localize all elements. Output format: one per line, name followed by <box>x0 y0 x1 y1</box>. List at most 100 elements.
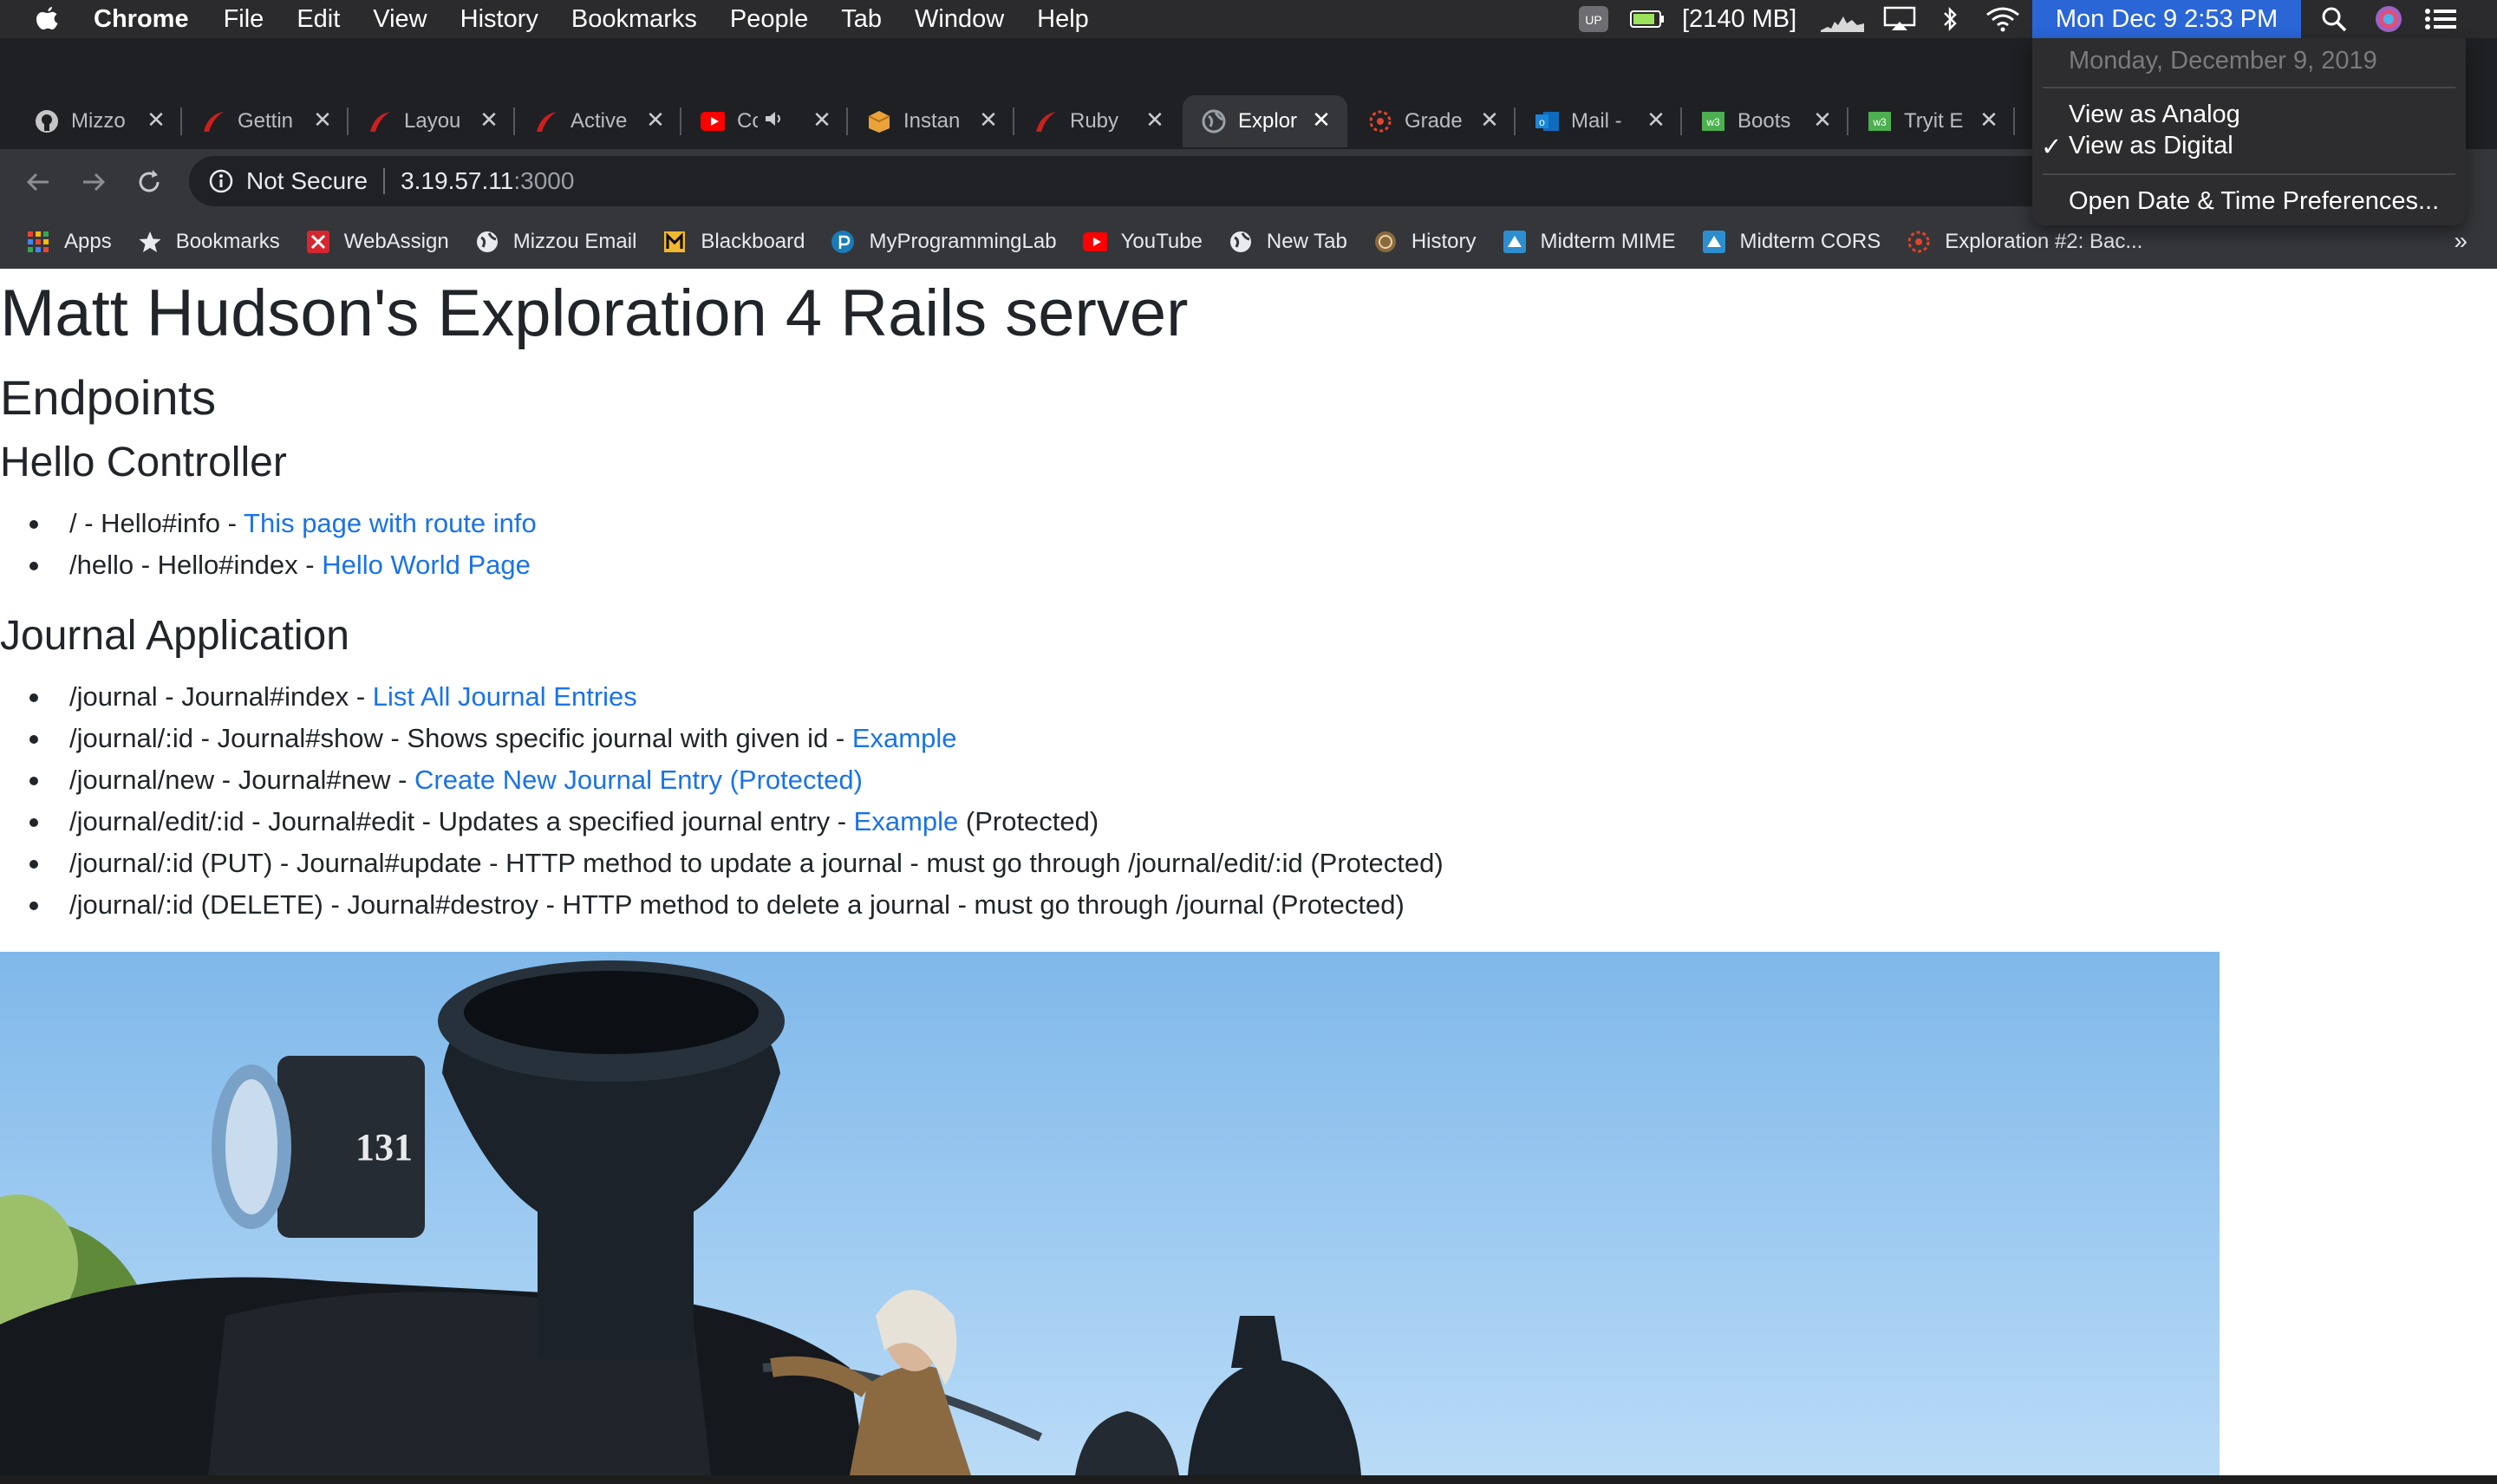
address-divider <box>383 168 386 194</box>
menu-bookmarks[interactable]: Bookmarks <box>571 5 697 34</box>
menu-people[interactable]: People <box>730 5 808 34</box>
menubar-clock[interactable]: Mon Dec 9 2:53 PM <box>2032 0 2301 38</box>
menu-separator <box>2043 173 2455 175</box>
menu-file[interactable]: File <box>224 5 264 34</box>
show-example-link[interactable]: Example <box>852 723 957 753</box>
memory-status[interactable]: [2140 MB] <box>1682 0 1796 38</box>
tab-tryit-editor[interactable]: w3 Tryit E ✕ <box>1848 95 2015 147</box>
tab-instance[interactable]: Instan ✕ <box>848 95 1014 147</box>
app-menu-chrome[interactable]: Chrome <box>94 5 189 34</box>
menu-view[interactable]: View <box>373 5 427 34</box>
bookmark-new-tab[interactable]: New Tab <box>1229 230 1347 254</box>
bookmark-mizzou-email[interactable]: Mizzou Email <box>475 230 637 254</box>
url-port: :3000 <box>513 167 575 194</box>
list-item: /journal/edit/:id - Journal#edit - Updat… <box>29 801 1444 843</box>
macos-menu-bar: Chrome File Edit View History Bookmarks … <box>0 0 2497 38</box>
hello-world-link[interactable]: Hello World Page <box>322 550 531 580</box>
upwork-status-icon[interactable]: UP <box>1578 0 1609 38</box>
close-tab-icon[interactable]: ✕ <box>1479 108 1500 131</box>
bookmarks-overflow-chevron-icon[interactable]: » <box>2454 227 2468 255</box>
battery-icon[interactable] <box>1630 0 1665 38</box>
canvas-badge-icon <box>1702 230 1726 254</box>
close-tab-icon[interactable]: ✕ <box>146 108 166 131</box>
route-info-link[interactable]: This page with route info <box>244 508 537 538</box>
siri-icon[interactable] <box>2374 0 2403 38</box>
info-circle-icon[interactable] <box>208 168 234 194</box>
bookmark-webassign[interactable]: WebAssign <box>306 230 449 254</box>
bookmark-exploration-2[interactable]: Exploration #2: Bac... <box>1907 230 2142 254</box>
tab-youtube-playing[interactable]: Co ✕ <box>681 95 848 147</box>
close-tab-icon[interactable]: ✕ <box>1144 108 1165 131</box>
bookmark-apps[interactable]: Apps <box>26 230 112 254</box>
back-arrow-icon[interactable] <box>23 166 54 198</box>
tab-grades[interactable]: Grade ✕ <box>1349 95 1516 147</box>
close-tab-icon[interactable]: ✕ <box>645 108 666 131</box>
menu-separator <box>2043 87 2455 88</box>
notification-center-icon[interactable] <box>2424 0 2457 38</box>
menu-help[interactable]: Help <box>1037 5 1089 34</box>
activity-graph-icon[interactable] <box>1821 0 1864 38</box>
route-suffix: (Protected) <box>958 806 1099 836</box>
list-item: /journal/:id (DELETE) - Journal#destroy … <box>29 884 1444 926</box>
bookmark-bookmarks[interactable]: Bookmarks <box>138 230 280 254</box>
tab-exploration-active[interactable]: Explor ✕ <box>1183 95 1347 147</box>
bookmark-label: Mizzou Email <box>512 230 637 253</box>
menu-history[interactable]: History <box>460 5 538 34</box>
menu-edit[interactable]: Edit <box>297 5 340 34</box>
security-status[interactable]: Not Secure <box>246 167 368 195</box>
tab-mail[interactable]: o Mail - ✕ <box>1516 95 1682 147</box>
route-text: /journal/:id - Journal#show - Shows spec… <box>69 723 852 753</box>
reload-icon[interactable] <box>134 166 165 198</box>
bookmark-label: Midterm CORS <box>1739 230 1881 253</box>
menu-window[interactable]: Window <box>915 5 1004 34</box>
youtube-icon <box>1082 230 1107 254</box>
tab-ruby[interactable]: Ruby ✕ <box>1014 95 1181 147</box>
tab-title: Tryit E <box>1904 109 1964 133</box>
bookmark-blackboard[interactable]: Blackboard <box>662 230 805 254</box>
create-journal-entry-link[interactable]: Create New Journal Entry (Protected) <box>414 765 863 795</box>
bookmark-myprogramminglab[interactable]: MyProgrammingLab <box>831 230 1057 254</box>
wifi-icon[interactable] <box>1985 0 2020 38</box>
menu-tab[interactable]: Tab <box>841 5 882 34</box>
bluetooth-icon[interactable] <box>1940 0 1959 38</box>
bookmark-label: YouTube <box>1120 230 1203 253</box>
bookmark-midterm-mime[interactable]: Midterm MIME <box>1503 230 1676 254</box>
date-time-preferences-item[interactable]: Open Date & Time Preferences... <box>2069 187 2439 216</box>
pearson-icon <box>831 230 855 254</box>
close-tab-icon[interactable]: ✕ <box>1311 108 1332 131</box>
tab-getting-started[interactable]: Gettin ✕ <box>182 95 349 147</box>
tab-active-record[interactable]: Active ✕ <box>515 95 681 147</box>
bookmark-history[interactable]: History <box>1373 230 1477 254</box>
apple-logo-icon[interactable] <box>35 4 61 34</box>
bookmark-midterm-cors[interactable]: Midterm CORS <box>1702 230 1881 254</box>
view-as-digital-item[interactable]: View as Digital <box>2069 132 2233 160</box>
close-tab-icon[interactable]: ✕ <box>978 108 999 131</box>
tab-layouts[interactable]: Layou ✕ <box>349 95 515 147</box>
tab-title: Ruby <box>1070 109 1119 133</box>
close-tab-icon[interactable]: ✕ <box>479 108 499 131</box>
close-tab-icon[interactable]: ✕ <box>1812 108 1833 131</box>
route-text: /journal/new - Journal#new - <box>69 765 415 795</box>
tab-mizzou[interactable]: Mizzo ✕ <box>16 95 182 147</box>
tab-title: Mail - <box>1571 109 1622 133</box>
list-journal-entries-link[interactable]: List All Journal Entries <box>373 681 637 712</box>
close-tab-icon[interactable]: ✕ <box>312 108 333 131</box>
journal-application-heading: Journal Application <box>0 613 349 659</box>
close-tab-icon[interactable]: ✕ <box>1979 108 1999 131</box>
tab-bootstrap[interactable]: w3 Boots ✕ <box>1682 95 1848 147</box>
tab-title: Instan <box>903 109 961 133</box>
close-tab-icon[interactable]: ✕ <box>1646 108 1666 131</box>
speaker-icon[interactable] <box>765 109 784 133</box>
airplay-icon[interactable] <box>1883 0 1916 38</box>
bookmark-youtube[interactable]: YouTube <box>1082 230 1203 254</box>
spotlight-search-icon[interactable] <box>2320 0 2348 38</box>
close-tab-icon[interactable]: ✕ <box>812 108 832 131</box>
svg-text:o: o <box>1539 116 1545 128</box>
canvas-badge-icon <box>1503 230 1527 254</box>
forward-arrow-icon[interactable] <box>78 166 109 198</box>
view-as-analog-item[interactable]: View as Analog <box>2069 101 2240 129</box>
svg-text:w3: w3 <box>1705 116 1720 128</box>
globe-icon <box>1229 230 1253 254</box>
w3-icon: w3 <box>1701 109 1725 133</box>
edit-example-link[interactable]: Example <box>854 806 959 836</box>
